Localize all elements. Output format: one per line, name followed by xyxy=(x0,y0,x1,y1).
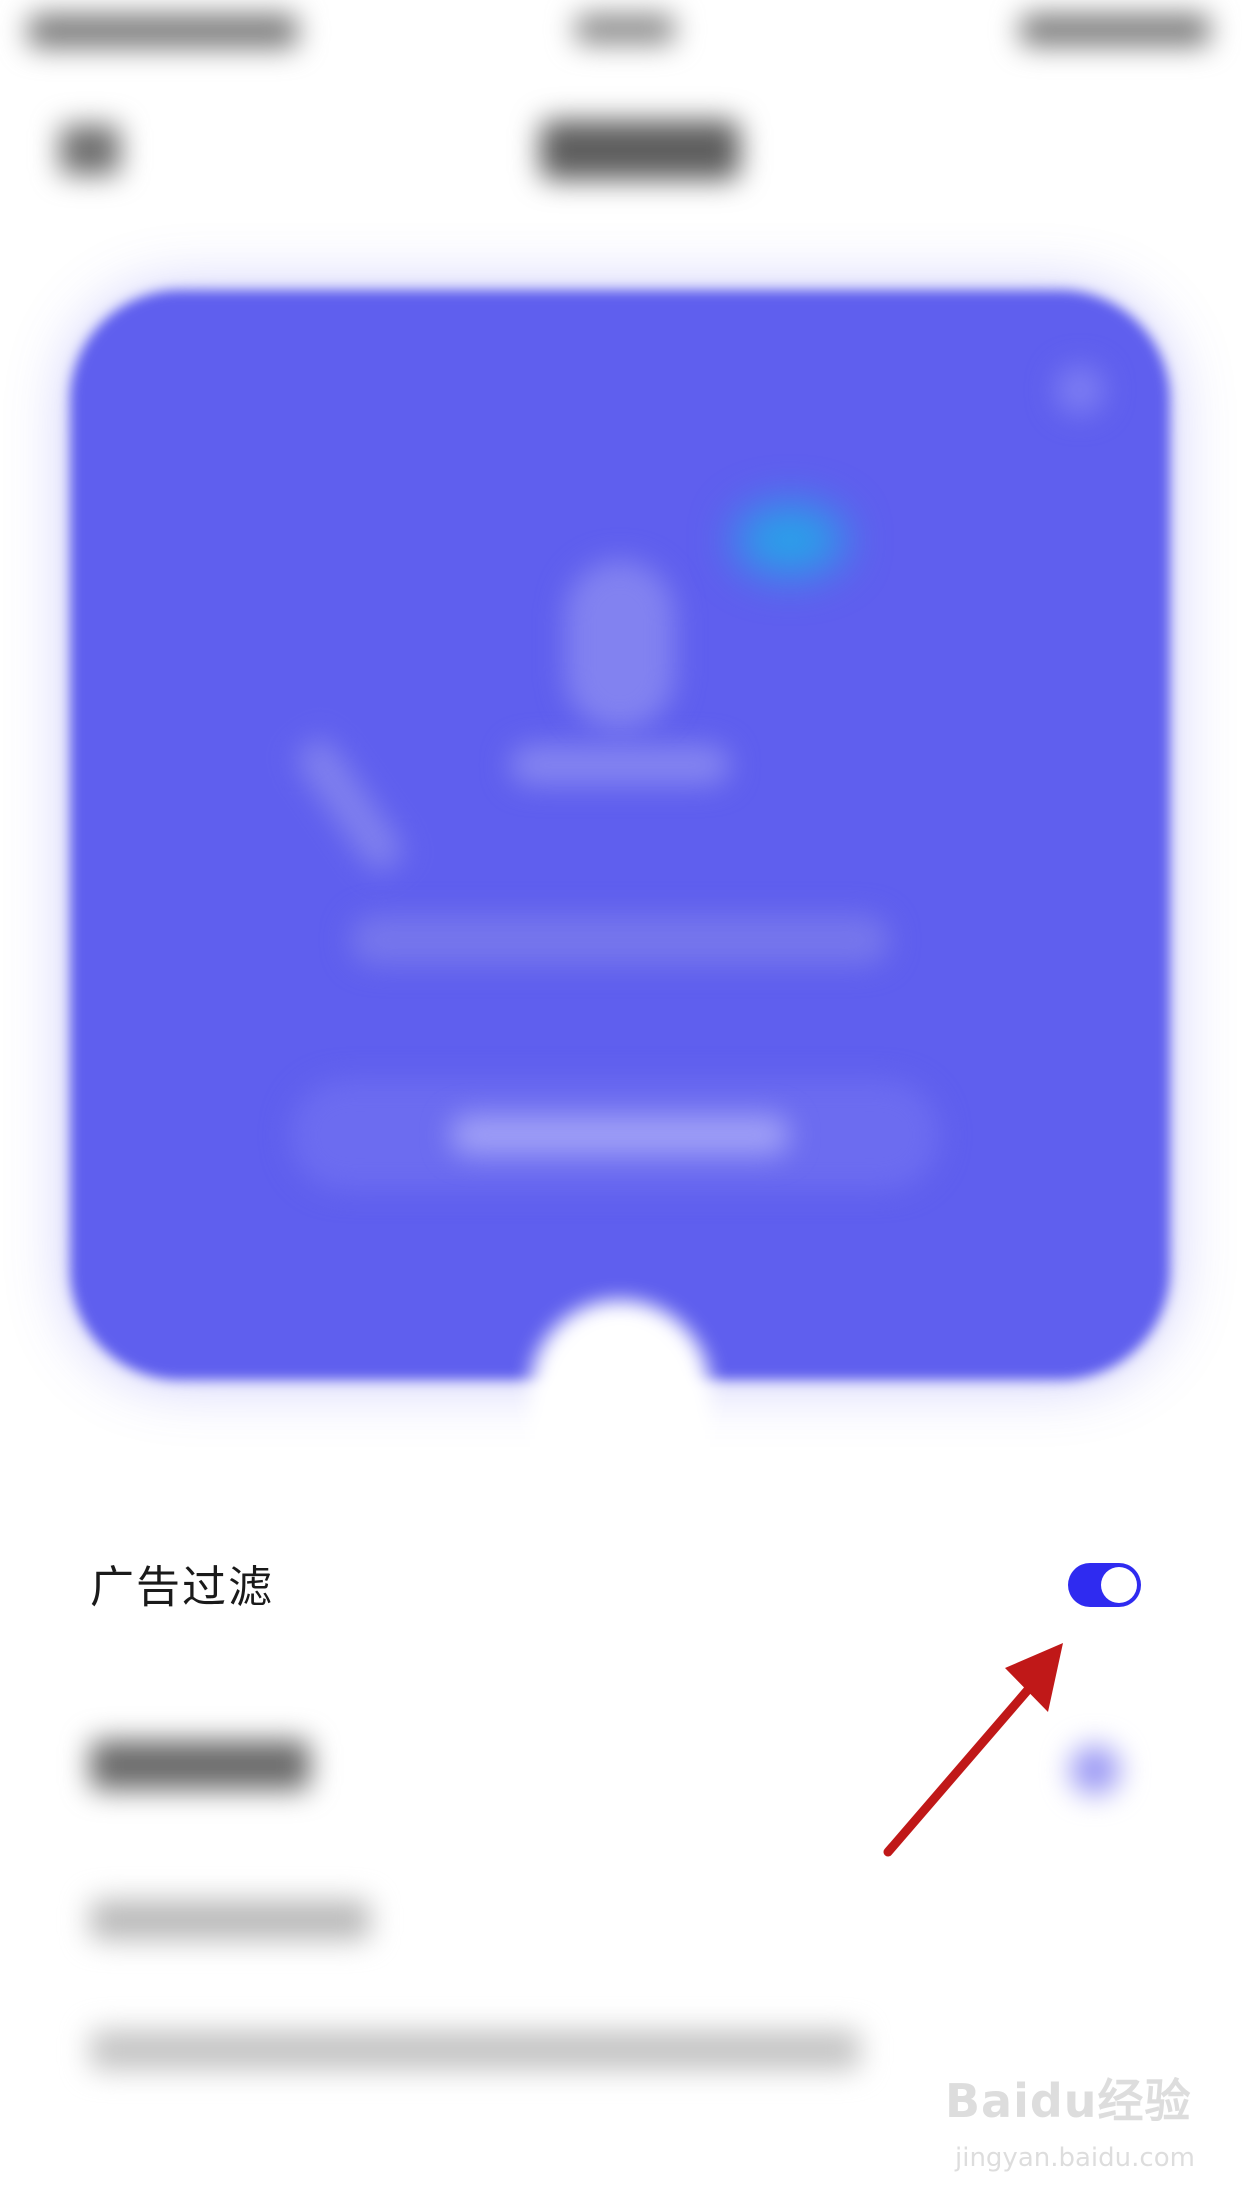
status-time xyxy=(28,14,298,48)
status-battery xyxy=(1020,14,1210,46)
annotation-arrow-shaft xyxy=(883,1665,1050,1857)
watermark-url: jingyan.baidu.com xyxy=(955,2143,1195,2173)
toggle-knob xyxy=(1101,1567,1137,1603)
decorative-glow xyxy=(735,505,845,575)
illustration-base xyxy=(510,745,730,785)
hero-text-line xyxy=(350,915,890,965)
setting-row-label xyxy=(90,1740,310,1790)
illustration-figure xyxy=(565,560,675,730)
setting-row-toggle[interactable] xyxy=(1070,1745,1120,1795)
ad-filter-label: 广告过滤 xyxy=(90,1562,274,1613)
status-network xyxy=(575,14,675,44)
hero-card xyxy=(70,290,1170,1380)
annotation-arrow-head xyxy=(1005,1643,1063,1712)
setting-description-line xyxy=(90,2030,860,2070)
watermark: Baidu经验 jingyan.baidu.com xyxy=(945,2065,1215,2185)
ad-filter-toggle[interactable] xyxy=(1068,1563,1141,1607)
page-title xyxy=(540,120,740,180)
hero-action-button-label xyxy=(450,1115,790,1155)
close-icon[interactable] xyxy=(1055,365,1105,415)
hero-notch xyxy=(530,1300,710,1470)
watermark-brand: Baidu经验 xyxy=(945,2074,1192,2128)
back-button[interactable] xyxy=(60,125,120,175)
status-bar xyxy=(0,0,1242,70)
setting-description xyxy=(90,1900,370,1940)
